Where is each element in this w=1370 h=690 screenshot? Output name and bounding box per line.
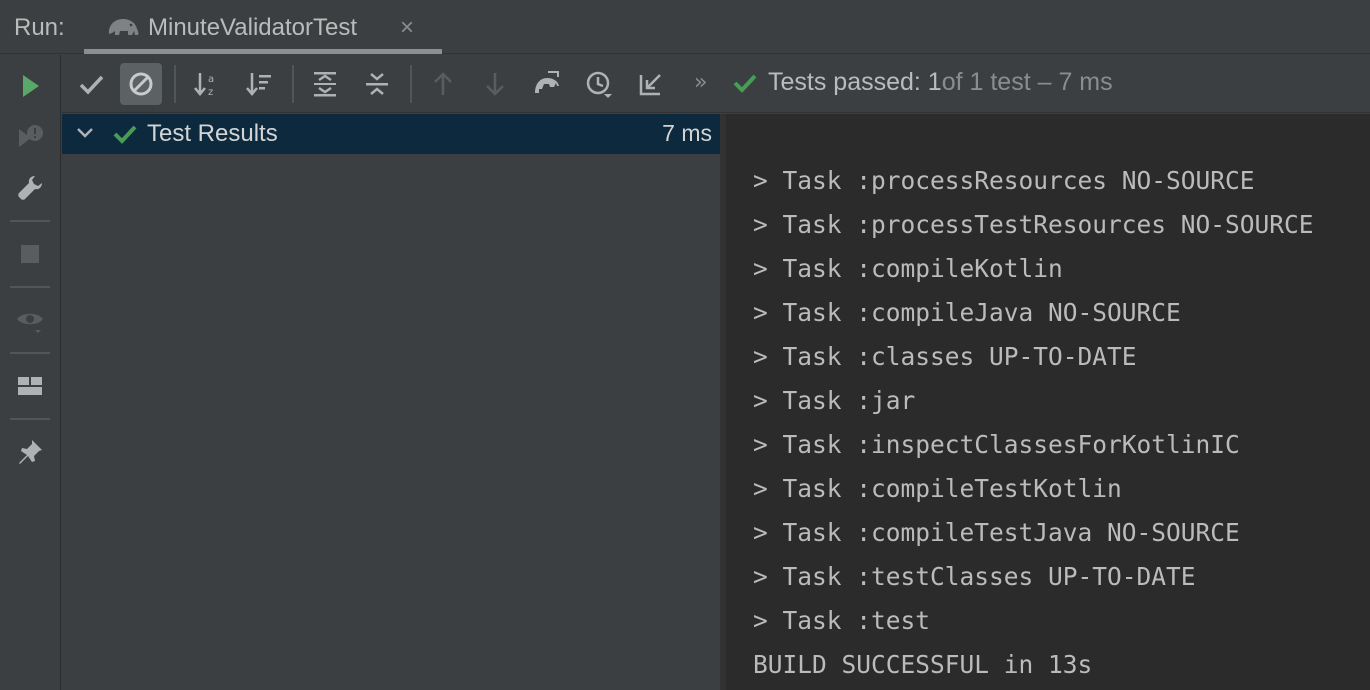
layout-icon[interactable] (12, 368, 48, 404)
tree-root-duration: 7 ms (662, 120, 712, 146)
console-line: > Task :processTestResources NO-SOURCE (753, 210, 1314, 239)
show-ignored-icon[interactable] (120, 63, 162, 105)
console-line: > Task :compileKotlin (753, 254, 1063, 283)
console-line: > Task :processResources NO-SOURCE (753, 166, 1255, 195)
chevron-down-icon[interactable] (74, 122, 96, 144)
sort-duration-icon[interactable] (238, 63, 280, 105)
import-tests-icon[interactable] (630, 63, 672, 105)
status-detail-text: of 1 test – 7 ms (941, 68, 1113, 96)
prev-failed-icon[interactable] (422, 63, 464, 105)
eye-icon[interactable] (12, 302, 48, 338)
svg-text:z: z (208, 87, 213, 98)
collapse-all-icon[interactable] (356, 63, 398, 105)
run-tab-bar: Run: MinuteValidatorTest × (0, 0, 1370, 54)
left-toolbar (0, 55, 61, 690)
tree-root-label: Test Results (147, 120, 278, 147)
tree-root-row[interactable]: Test Results 7 ms (62, 114, 720, 154)
gradle-icon[interactable] (526, 63, 568, 105)
console-line: BUILD SUCCESSFUL in 13s (753, 650, 1093, 679)
sort-alpha-icon[interactable]: a z (186, 63, 228, 105)
test-runner-toolbar: a z » Tests passed: 1 of 1 test – 7 ms (62, 55, 1370, 113)
toolbar-separator (410, 65, 412, 103)
next-failed-icon[interactable] (474, 63, 516, 105)
pin-icon[interactable] (12, 434, 48, 470)
tab-active-indicator (84, 49, 442, 54)
toolbar-separator (10, 286, 50, 288)
console-output[interactable]: > Task :processResources NO-SOURCE > Tas… (726, 114, 1370, 690)
toolbar-separator (10, 220, 50, 222)
console-line: > Task :jar (753, 386, 916, 415)
console-line: > Task :classes UP-TO-DATE (753, 342, 1137, 371)
test-tree: Test Results 7 ms (62, 114, 720, 690)
toolbar-separator (10, 352, 50, 354)
toolbar-separator (174, 65, 176, 103)
console-line: > Task :testClasses UP-TO-DATE (753, 562, 1196, 591)
console-line: > Task :compileTestKotlin (753, 474, 1122, 503)
rerun-icon[interactable] (12, 68, 48, 104)
wrench-icon[interactable] (12, 170, 48, 206)
check-icon (733, 74, 757, 93)
check-icon (113, 125, 137, 144)
toolbar-separator (292, 65, 294, 103)
tab-minute-validator-test[interactable]: MinuteValidatorTest × (84, 0, 442, 54)
console-line: > Task :inspectClassesForKotlinIC (753, 430, 1240, 459)
gradle-elephant-icon (106, 14, 140, 40)
console-line: > Task :compileJava NO-SOURCE (753, 298, 1181, 327)
test-status: Tests passed: 1 of 1 test – 7 ms (732, 68, 1113, 97)
svg-text:a: a (208, 74, 214, 85)
rerun-failed-icon[interactable] (12, 118, 48, 154)
history-icon[interactable] (578, 63, 620, 105)
toolbar-separator (10, 418, 50, 420)
status-passed-text: Tests passed: 1 (768, 68, 942, 96)
console-line: > Task :compileTestJava NO-SOURCE (753, 518, 1240, 547)
more-actions-icon[interactable]: » (694, 70, 707, 95)
console-line: > Task :test (753, 606, 931, 635)
tab-title: MinuteValidatorTest (148, 14, 357, 41)
stop-icon[interactable] (12, 236, 48, 272)
expand-all-icon[interactable] (304, 63, 346, 105)
show-passed-icon[interactable] (70, 63, 112, 105)
run-label: Run: (14, 14, 65, 41)
close-icon[interactable]: × (400, 14, 414, 42)
